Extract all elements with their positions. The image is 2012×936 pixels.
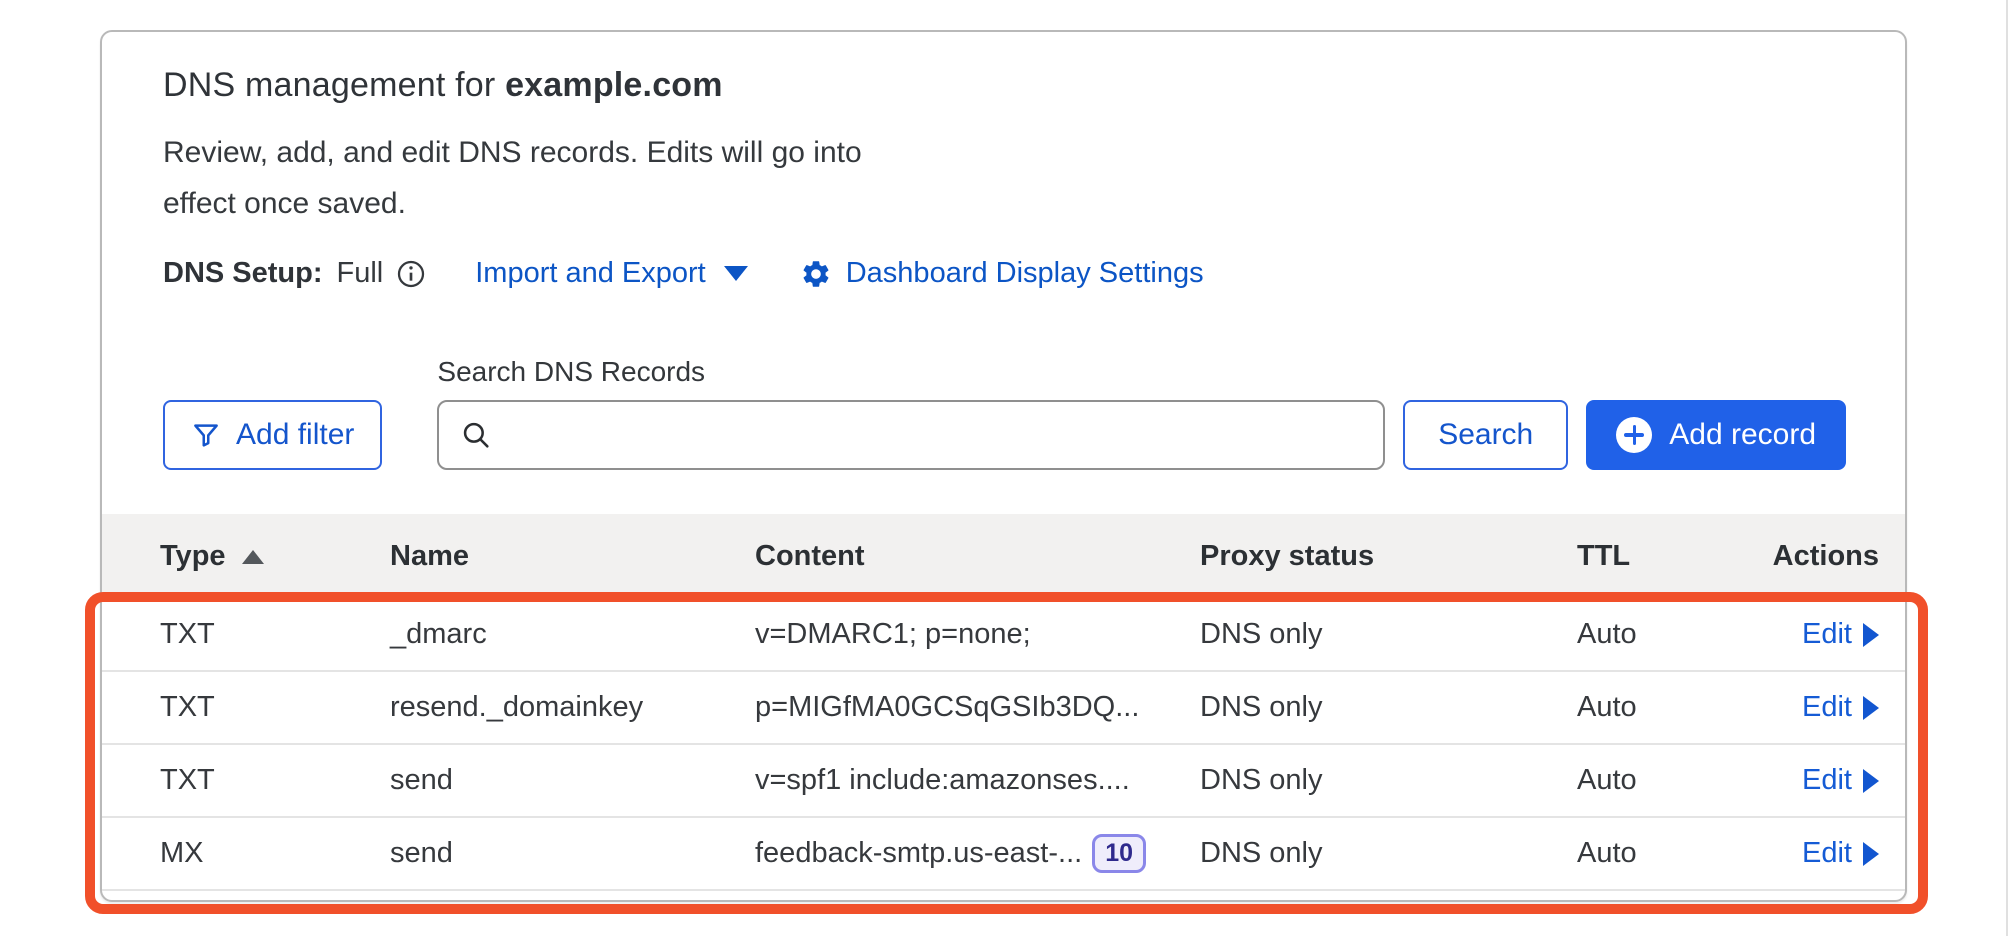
add-filter-label: Add filter [236, 418, 354, 452]
priority-badge: 10 [1092, 834, 1146, 873]
edit-button[interactable]: Edit [1802, 837, 1879, 870]
chevron-right-icon [1863, 769, 1879, 793]
edit-button[interactable]: Edit [1802, 618, 1879, 651]
cell-proxy-status: DNS only [1200, 764, 1577, 797]
cell-content: v=DMARC1; p=none; [755, 618, 1200, 651]
add-record-button[interactable]: Add record [1586, 400, 1846, 470]
column-header-proxy-status-label: Proxy status [1200, 540, 1374, 573]
column-header-proxy-status[interactable]: Proxy status [1200, 540, 1577, 573]
sort-ascending-icon [242, 550, 264, 564]
column-header-actions: Actions [1765, 540, 1905, 573]
chevron-right-icon [1863, 842, 1879, 866]
add-record-label: Add record [1669, 418, 1816, 452]
edit-button[interactable]: Edit [1802, 691, 1879, 724]
cell-type: TXT [102, 764, 390, 797]
cell-ttl: Auto [1577, 764, 1765, 797]
search-group: Search DNS Records [437, 356, 1385, 470]
cell-ttl: Auto [1577, 618, 1765, 651]
column-header-ttl-label: TTL [1577, 540, 1630, 573]
cell-actions: Edit [1765, 691, 1905, 724]
window-edge-divider [2006, 0, 2008, 936]
cell-proxy-status: DNS only [1200, 691, 1577, 724]
cell-name: send [390, 764, 755, 797]
cell-type: TXT [102, 618, 390, 651]
toolbar: Add filter Search DNS Records Search [102, 356, 1905, 470]
info-icon[interactable] [395, 258, 427, 290]
edit-button[interactable]: Edit [1802, 764, 1879, 797]
column-header-content-label: Content [755, 540, 865, 573]
cell-proxy-status: DNS only [1200, 837, 1577, 870]
search-button[interactable]: Search [1403, 400, 1568, 470]
table-header-row: Type Name Content Proxy status TTL Actio… [102, 514, 1905, 599]
add-filter-button[interactable]: Add filter [163, 400, 382, 470]
cell-content: feedback-smtp.us-east-... 10 [755, 834, 1200, 873]
table-row: TXT _dmarc v=DMARC1; p=none; DNS only Au… [102, 599, 1905, 672]
chevron-right-icon [1863, 623, 1879, 647]
dns-setup-value: Full [337, 257, 384, 290]
search-input-wrap[interactable] [437, 400, 1385, 470]
table-row: TXT resend._domainkey p=MIGfMA0GCSqGSIb3… [102, 672, 1905, 745]
table-row: MX send feedback-smtp.us-east-... 10 DNS… [102, 818, 1905, 891]
cell-actions: Edit [1765, 764, 1905, 797]
cell-actions: Edit [1765, 837, 1905, 870]
title-prefix: DNS management for [163, 66, 505, 104]
chevron-down-icon [724, 266, 748, 281]
search-label: Search DNS Records [437, 356, 1385, 388]
edit-label: Edit [1802, 837, 1852, 870]
column-header-actions-label: Actions [1773, 540, 1879, 573]
search-icon [459, 418, 493, 452]
dashboard-display-settings-label: Dashboard Display Settings [846, 257, 1204, 290]
cell-ttl: Auto [1577, 837, 1765, 870]
cell-name: send [390, 837, 755, 870]
card-header: DNS management for example.com Review, a… [102, 32, 1905, 290]
page-title: DNS management for example.com [163, 66, 1845, 105]
filter-icon [191, 420, 221, 450]
cell-content: p=MIGfMA0GCSqGSIb3DQ... [755, 691, 1200, 724]
dns-setup-label: DNS Setup: [163, 257, 323, 290]
dns-setup-row: DNS Setup: Full Import and Export [163, 257, 1845, 290]
cell-name: resend._domainkey [390, 691, 755, 724]
table-row: TXT send v=spf1 include:amazonses.... DN… [102, 745, 1905, 818]
search-input[interactable] [509, 402, 1363, 468]
column-header-type[interactable]: Type [102, 540, 390, 573]
cell-actions: Edit [1765, 618, 1905, 651]
page: DNS management for example.com Review, a… [0, 0, 2012, 936]
cell-content-text: feedback-smtp.us-east-... [755, 837, 1082, 870]
cell-proxy-status: DNS only [1200, 618, 1577, 651]
dns-records-table: Type Name Content Proxy status TTL Actio… [102, 514, 1905, 891]
gear-icon [800, 258, 832, 290]
cell-ttl: Auto [1577, 691, 1765, 724]
dashboard-display-settings-link[interactable]: Dashboard Display Settings [800, 257, 1204, 290]
plus-icon [1616, 417, 1652, 453]
cell-type: MX [102, 837, 390, 870]
page-subtitle: Review, add, and edit DNS records. Edits… [163, 127, 863, 229]
column-header-content[interactable]: Content [755, 540, 1200, 573]
chevron-right-icon [1863, 696, 1879, 720]
import-export-link[interactable]: Import and Export [475, 257, 748, 290]
cell-name: _dmarc [390, 618, 755, 651]
dns-management-card: DNS management for example.com Review, a… [100, 30, 1907, 902]
edit-label: Edit [1802, 618, 1852, 651]
cell-type: TXT [102, 691, 390, 724]
column-header-type-label: Type [160, 540, 226, 573]
column-header-name-label: Name [390, 540, 469, 573]
column-header-ttl[interactable]: TTL [1577, 540, 1765, 573]
import-export-label: Import and Export [475, 257, 706, 290]
edit-label: Edit [1802, 691, 1852, 724]
domain-name: example.com [505, 66, 723, 104]
column-header-name[interactable]: Name [390, 540, 755, 573]
edit-label: Edit [1802, 764, 1852, 797]
cell-content: v=spf1 include:amazonses.... [755, 764, 1200, 797]
